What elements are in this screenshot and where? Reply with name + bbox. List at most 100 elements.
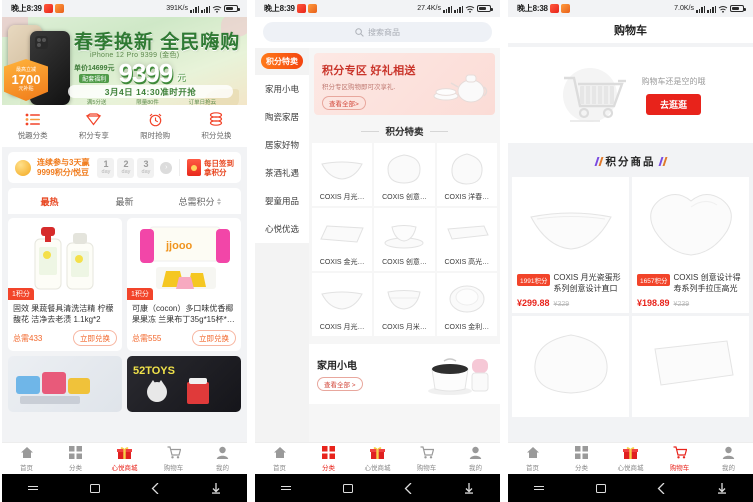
back-icon[interactable] (151, 482, 159, 494)
battery-icon-3 (730, 4, 746, 13)
day-unit-3: day (141, 169, 151, 175)
home-nav-icon-3[interactable] (595, 483, 606, 493)
category-main[interactable]: 积分专区 好礼相送 积分专区购物即可次享礼. 查看全部> 积分特卖 COXIS … (309, 48, 500, 442)
sidebar-item-homegoods[interactable]: 居家好物 (255, 131, 309, 159)
search-input[interactable]: 搜索商品 (263, 22, 492, 42)
tab-cart-3[interactable]: 购物车 (655, 446, 704, 472)
tab-profile-3[interactable]: 我的 (704, 446, 753, 472)
quicknav-item-2[interactable]: 限时抢购 (125, 112, 186, 141)
recents-icon-3[interactable] (533, 485, 544, 491)
tab-category[interactable]: 分类 (51, 446, 100, 472)
points-section-title: 积分商品 (605, 156, 656, 168)
grid-item-3[interactable]: COXIS 金光… (312, 208, 373, 271)
tab-cart-label-3: 购物车 (669, 464, 690, 472)
tab-category-3[interactable]: 分类 (557, 446, 606, 472)
back-icon-3[interactable] (657, 482, 665, 494)
grid-item-4[interactable]: COXIS 创意… (374, 208, 435, 271)
quicknav-item-0[interactable]: 悦趣分类 (2, 112, 63, 141)
promo-card[interactable]: 积分专区 好礼相送 积分专区购物即可次享礼. 查看全部> (314, 53, 495, 115)
grid-item-2[interactable]: COXIS 洋春… (436, 143, 497, 206)
product-title-1: 可康（cocon）多口味优香椰果果冻 兰果布丁35g*15杯*… (132, 304, 235, 324)
category-sidebar: 积分特卖 家用小电 陶瓷家居 居家好物 茶酒礼遇 婴童用品 心悦优选 (255, 48, 309, 442)
checkin-day-1[interactable]: 1 day (97, 157, 115, 178)
tab-mall-2[interactable]: 心悦商城 (353, 446, 402, 472)
android-navbar-2 (255, 474, 500, 502)
quicknav-item-1[interactable]: 积分专享 (63, 112, 124, 141)
status-right-2: 27.4K/s (417, 4, 493, 13)
download-icon-3[interactable] (717, 482, 727, 494)
sidebar-item-ceramics[interactable]: 陶瓷家居 (255, 103, 309, 131)
back-icon-2[interactable] (404, 482, 412, 494)
user-icon-2 (469, 446, 482, 460)
rect-plate-icon (314, 214, 370, 254)
tab-home-2[interactable]: 首页 (255, 446, 304, 472)
wifi-icon (212, 5, 222, 13)
recents-icon[interactable] (27, 485, 38, 491)
grid-item-7[interactable]: COXIS 月米… (374, 273, 435, 336)
home-nav-icon[interactable] (89, 483, 100, 493)
download-icon[interactable] (211, 482, 221, 494)
tab-cart-2[interactable]: 购物车 (402, 446, 451, 472)
grid-item-1[interactable]: COXIS 创意… (374, 143, 435, 206)
grid-item-5[interactable]: COXIS 高光… (436, 208, 497, 271)
tab-sort-points[interactable]: 总需积分 (162, 195, 237, 208)
tab-hottest[interactable]: 最热 (12, 195, 87, 208)
secondary-banner-right[interactable]: 52TOYS (127, 356, 241, 412)
sidebar-item-teawine[interactable]: 茶酒礼遇 (255, 159, 309, 187)
battery-icon-2 (477, 4, 493, 13)
sidebar-item-featured[interactable]: 积分特卖 (261, 53, 303, 69)
sidebar-item-appliance[interactable]: 家用小电 (255, 75, 309, 103)
tab-cart[interactable]: 购物车 (149, 446, 198, 472)
home-scroll[interactable]: 最高立减 1700 元补贴 春季换新 全民嗨购 iPhone 12 Pro 93… (2, 17, 247, 442)
cart-scroll[interactable]: 购物车还是空的哦 去逛逛 积分商品 1991积分 COXIS 月光瓷蛋形系列创意… (508, 43, 753, 442)
quicknav-item-3[interactable]: 积分兑换 (186, 112, 247, 141)
sidebar-item-select[interactable]: 心悦优选 (255, 215, 309, 243)
grid-item-0[interactable]: COXIS 月光… (312, 143, 373, 206)
sidebar-item-baby[interactable]: 婴童用品 (255, 187, 309, 215)
empty-cart-icon (556, 64, 632, 126)
product-card-1[interactable]: jjooo 1积分 可康（cocon）多口味优香椰果果冻 兰果布丁35g*15杯… (127, 218, 241, 351)
go-shopping-button[interactable]: 去逛逛 (645, 93, 701, 115)
checkin-bar[interactable]: 连续参与3天赢 9999积分/悦豆 1 day 2 day 3 day › 每日… (8, 152, 241, 183)
secondary-banner-left[interactable] (8, 356, 122, 412)
redeem-button-0[interactable]: 立即兑换 (73, 330, 117, 346)
appliance-block[interactable]: 家用小电 查看全部 > (309, 344, 500, 404)
bottom-tabbar-3: 首页 分类 心悦商城 购物车 我的 (508, 442, 753, 474)
daily-signin-button[interactable]: 每日签到 拿积分 (187, 159, 234, 177)
redeem-button-1[interactable]: 立即兑换 (192, 330, 236, 346)
checkin-day-3[interactable]: 3 day (137, 157, 155, 178)
product-card-0[interactable]: 1积分 固效 果蔬餐具清洗洁精 柠檬馥花 洁净去老渍 1.1kg*2 总需433… (8, 218, 122, 351)
tab-home[interactable]: 首页 (2, 446, 51, 472)
tab-profile[interactable]: 我的 (198, 446, 247, 472)
tab-mall[interactable]: 心悦商城 (100, 446, 149, 472)
quicknav-label-0: 悦趣分类 (17, 130, 48, 140)
recents-icon-2[interactable] (280, 485, 291, 491)
tab-category-2[interactable]: 分类 (304, 446, 353, 472)
boat-plate-icon-2 (314, 279, 370, 319)
tab-mall-3[interactable]: 心悦商城 (606, 446, 655, 472)
points-card-3[interactable] (632, 316, 749, 417)
grid-item-8[interactable]: COXIS 金利… (436, 273, 497, 336)
product-footer-0: 总需433 立即兑换 (13, 330, 117, 346)
coins-icon (207, 112, 225, 127)
product-title-0: 固效 果蔬餐具清洗洁精 柠檬馥花 洁净去老渍 1.1kg*2 (13, 304, 114, 324)
sort-tabs: 最热 最新 总需积分 (8, 188, 241, 214)
points-card-1[interactable]: 1657积分 COXIS 创意设计得寿系列手拉压高光白瓷… ¥198.89 ¥2… (632, 177, 749, 313)
promo-banner[interactable]: 最高立减 1700 元补贴 春季换新 全民嗨购 iPhone 12 Pro 93… (2, 17, 247, 105)
points-card-2[interactable] (512, 316, 629, 417)
checkin-day-2[interactable]: 2 day (117, 157, 135, 178)
product-points-0: 总需433 (13, 333, 43, 343)
tab-profile-2[interactable]: 我的 (451, 446, 500, 472)
chevron-right-icon[interactable]: › (160, 161, 173, 174)
home-nav-icon-2[interactable] (342, 483, 353, 493)
points-card-0[interactable]: 1991积分 COXIS 月光瓷蛋形系列创意设计直口碗 1… ¥299.88 ¥… (512, 177, 629, 313)
promo-button[interactable]: 查看全部> (322, 96, 366, 110)
download-icon-2[interactable] (464, 482, 474, 494)
banner-price-tag: 配套福利 (79, 74, 110, 83)
tab-home-3[interactable]: 首页 (508, 446, 557, 472)
notification-icon-3 (296, 4, 306, 13)
oval-plate-icon (439, 149, 495, 189)
grid-item-6[interactable]: COXIS 月光… (312, 273, 373, 336)
appliance-view-all-button[interactable]: 查看全部 > (317, 376, 363, 391)
tab-newest[interactable]: 最新 (87, 195, 162, 208)
